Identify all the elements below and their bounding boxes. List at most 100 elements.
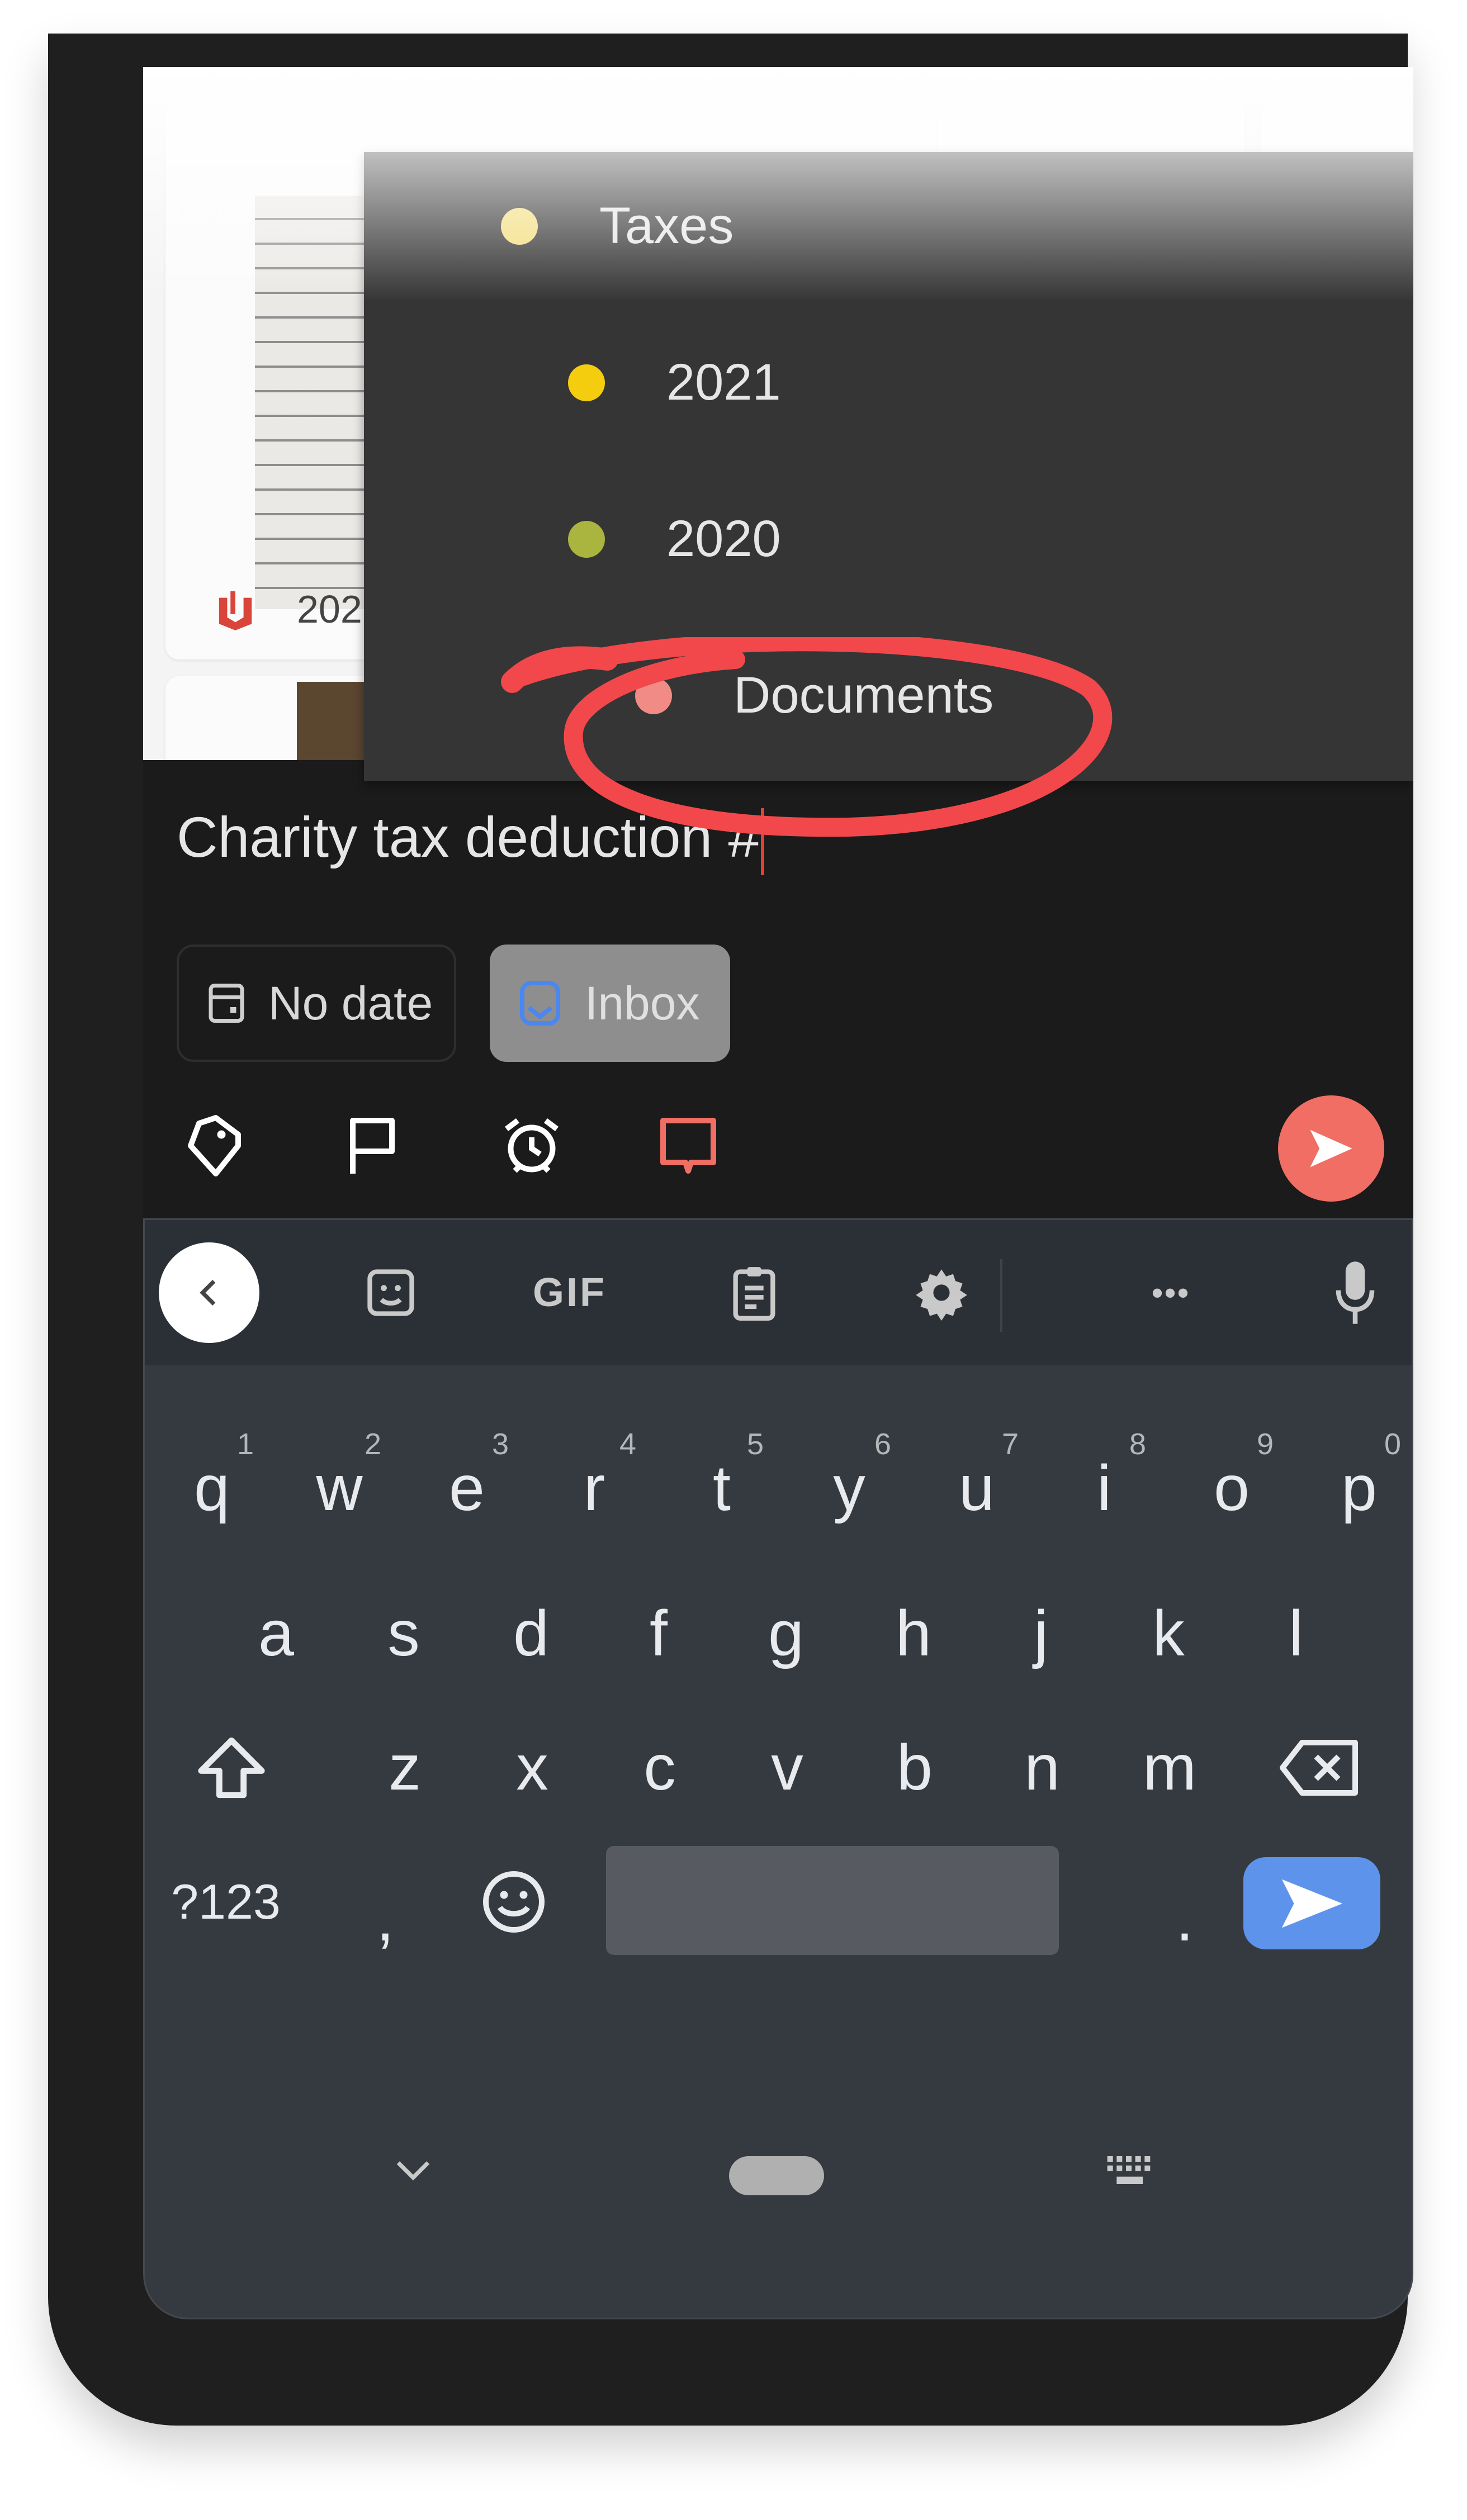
key-label: s xyxy=(387,1598,420,1669)
key-o[interactable]: 9o xyxy=(1173,1404,1290,1572)
shift-icon xyxy=(198,1737,265,1798)
key-v[interactable]: v xyxy=(728,1684,846,1852)
label-button[interactable] xyxy=(177,1107,255,1185)
alarm-clock-icon xyxy=(505,1118,559,1173)
key-label: p xyxy=(1341,1453,1377,1524)
project-option-label: 2020 xyxy=(666,510,781,567)
project-option-label: Documents xyxy=(734,667,994,724)
symbols-key-label: ?123 xyxy=(171,1874,281,1929)
key-r[interactable]: 4r xyxy=(536,1404,653,1572)
key-hint: 6 xyxy=(874,1427,891,1461)
voice-input-button[interactable] xyxy=(1305,1242,1406,1343)
send-icon xyxy=(1310,1130,1352,1168)
enter-send-key[interactable] xyxy=(1243,1857,1380,1949)
project-chip[interactable]: Inbox xyxy=(490,945,730,1062)
reminder-button[interactable] xyxy=(493,1107,571,1185)
symbols-key[interactable]: ?123 xyxy=(162,1818,290,1986)
key-i[interactable]: 8i xyxy=(1045,1404,1163,1572)
add-task-send-button[interactable] xyxy=(1278,1095,1384,1202)
key-t[interactable]: 5t xyxy=(663,1404,780,1572)
key-p[interactable]: 0p xyxy=(1300,1404,1413,1572)
key-m[interactable]: m xyxy=(1111,1684,1228,1852)
key-label: h xyxy=(896,1598,931,1669)
keyboard-switch-button[interactable] xyxy=(1104,2153,1160,2195)
due-date-chip[interactable]: No date xyxy=(177,945,456,1062)
space-bar[interactable] xyxy=(606,1846,1059,1955)
key-label: v xyxy=(771,1732,803,1804)
on-screen-keyboard: GIF ••• 1 q 2 w 3 e 4 r 5 t 6 y 7 u 8 i … xyxy=(143,1218,1413,2319)
key-w[interactable]: 2w xyxy=(281,1404,398,1572)
emoji-key[interactable] xyxy=(463,1818,564,1986)
quick-add-composer: Charity tax deduction # No date Inbox xyxy=(143,760,1413,1218)
toolbar-divider xyxy=(1000,1259,1002,1332)
key-hint: 1 xyxy=(236,1427,254,1461)
screen: 2021 Taxes 2021 2020 Documents Charity t… xyxy=(143,67,1413,2319)
comma-key-label: , xyxy=(376,1883,394,1954)
comment-button[interactable] xyxy=(649,1107,727,1185)
sticker-button[interactable] xyxy=(340,1242,441,1343)
key-hint: 7 xyxy=(1001,1427,1019,1461)
emoji-icon xyxy=(483,1871,545,1933)
key-u[interactable]: 7u xyxy=(918,1404,1035,1572)
clipboard-button[interactable] xyxy=(704,1242,805,1343)
flag-icon xyxy=(350,1118,395,1174)
text-caret xyxy=(761,808,765,876)
phone-frame: 2021 Taxes 2021 2020 Documents Charity t… xyxy=(48,34,1413,2426)
task-name-input[interactable]: Charity tax deduction # xyxy=(177,805,765,876)
priority-button[interactable] xyxy=(333,1107,411,1185)
project-color-dot xyxy=(568,520,605,558)
key-label: o xyxy=(1214,1453,1250,1524)
key-q[interactable]: 1q xyxy=(153,1404,271,1572)
backspace-icon xyxy=(1280,1740,1358,1796)
gif-button[interactable]: GIF xyxy=(519,1242,620,1343)
key-label: x xyxy=(516,1732,548,1804)
backspace-key[interactable] xyxy=(1260,1684,1378,1852)
keyboard-settings-button[interactable] xyxy=(891,1242,992,1343)
project-option-label: Taxes xyxy=(599,197,734,254)
key-label: f xyxy=(650,1598,668,1669)
key-label: j xyxy=(1034,1598,1048,1669)
project-chip-label: Inbox xyxy=(585,976,700,1029)
project-option-2020[interactable]: 2020 xyxy=(568,510,781,568)
project-option-documents[interactable]: Documents xyxy=(635,666,993,725)
key-y[interactable]: 6y xyxy=(791,1404,908,1572)
project-option-taxes[interactable]: Taxes xyxy=(501,197,734,255)
key-label: b xyxy=(897,1732,933,1804)
sticker-icon xyxy=(367,1269,414,1316)
key-n[interactable]: n xyxy=(983,1684,1101,1852)
microphone-icon xyxy=(1336,1261,1375,1324)
key-hint: 8 xyxy=(1129,1427,1146,1461)
gif-label: GIF xyxy=(533,1270,607,1315)
home-gesture-pill[interactable] xyxy=(729,2156,824,2195)
key-label: c xyxy=(643,1732,676,1804)
period-key[interactable]: . xyxy=(1151,1835,1218,2002)
project-option-label: 2021 xyxy=(666,354,781,411)
more-options-button[interactable]: ••• xyxy=(1120,1242,1221,1343)
key-label: i xyxy=(1097,1453,1111,1524)
chevron-left-icon xyxy=(200,1280,216,1306)
hide-keyboard-button[interactable] xyxy=(391,2153,436,2190)
key-label: y xyxy=(833,1453,865,1524)
key-label: w xyxy=(316,1453,363,1524)
key-label: e xyxy=(449,1453,485,1524)
comma-key[interactable]: , xyxy=(352,1835,419,2002)
key-label: q xyxy=(194,1453,230,1524)
key-e[interactable]: 3e xyxy=(408,1404,526,1572)
inbox-icon xyxy=(520,981,560,1026)
key-label: t xyxy=(713,1453,731,1524)
project-suggestion-dropdown: Taxes 2021 2020 Documents xyxy=(364,152,1413,781)
chevron-down-icon xyxy=(396,2161,430,2181)
calendar-icon xyxy=(209,984,244,1023)
key-z[interactable]: z xyxy=(346,1684,463,1852)
key-label: a xyxy=(258,1598,294,1669)
key-c[interactable]: c xyxy=(601,1684,718,1852)
key-hint: 2 xyxy=(364,1427,381,1461)
project-option-2021[interactable]: 2021 xyxy=(568,353,781,412)
keyboard-toolbar: GIF ••• xyxy=(145,1220,1412,1365)
more-icon: ••• xyxy=(1151,1274,1190,1312)
task-name-text: Charity tax deduction # xyxy=(177,805,760,869)
keyboard-back-button[interactable] xyxy=(159,1242,259,1343)
label-icon xyxy=(188,1115,241,1176)
key-b[interactable]: b xyxy=(856,1684,973,1852)
key-label: m xyxy=(1143,1732,1196,1804)
